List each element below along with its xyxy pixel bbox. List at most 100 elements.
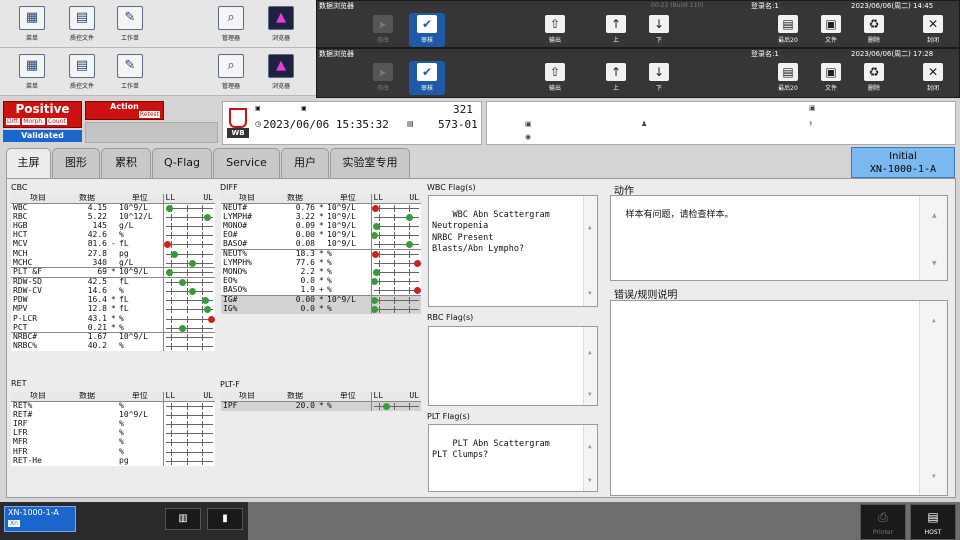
table-row[interactable]: IG% 0.0 *% (221, 304, 421, 315)
table-row[interactable]: RET-He pg (11, 456, 215, 466)
table-row[interactable]: HCT 42.6% (11, 230, 215, 241)
tab-service[interactable]: Service (213, 148, 280, 178)
table-row[interactable]: EO% 0.0 *% (221, 277, 421, 287)
menu-button[interactable]: ▦ 菜单 (14, 0, 50, 48)
table-row[interactable]: MONO% 2.2 *% (221, 267, 421, 278)
qc-file-button[interactable]: ▤ 质控文件 (62, 0, 102, 48)
menu-button-2[interactable]: ▦ 菜单 (14, 48, 50, 96)
manager-button-2[interactable]: ⌕ 管理器 (213, 48, 249, 96)
table-row[interactable]: RET# 10^9/L (11, 410, 215, 420)
cell-flag: * (317, 304, 325, 315)
table-row[interactable]: NRBC% 40.2% (11, 342, 215, 352)
qc-file-button-2[interactable]: ▤ 质控文件 (62, 48, 102, 96)
build-label: 00-22 (Build 110) (651, 2, 704, 9)
cell-value: 2.2 (300, 267, 315, 277)
plt-flag-scrollbar[interactable]: ▲ ▼ (583, 425, 597, 491)
up-button[interactable]: ↑ 上 (598, 61, 634, 95)
table-row[interactable]: WBC 4.15 10^9/L (11, 203, 215, 213)
table-row[interactable]: RDW-SD 42.5 fL (11, 277, 215, 287)
browser-button[interactable]: ▲ 浏览器 (263, 0, 299, 48)
last20-button[interactable]: ▤ 最后20 (770, 61, 806, 95)
host-button[interactable]: ▤ HOST (910, 504, 956, 540)
table-row[interactable]: HGB 145 g/L (11, 221, 215, 231)
table-row[interactable]: MPV 12.8 * fL (11, 305, 215, 315)
in-range-marker (204, 213, 212, 221)
cell-flag: * (319, 212, 324, 221)
plt-flag-list[interactable]: PLT Abn Scattergram PLT Clumps? ▲ ▼ (428, 424, 598, 492)
table-row[interactable]: EO# 0.00 * 10^9/L (221, 230, 421, 241)
rbc-flag-list[interactable]: ▲ ▼ (428, 326, 598, 406)
delete-button[interactable]: ♻ 删除 (856, 13, 892, 47)
up-button[interactable]: ↑ 上 (598, 13, 634, 47)
table-row[interactable]: LYMPH% 77.6 *% (221, 258, 421, 268)
range-indicator (164, 240, 215, 249)
tab-user[interactable]: 用户 (281, 148, 329, 178)
modify-button[interactable]: ▸ 修改 (365, 61, 401, 95)
error-scrollbar[interactable]: ▲ ▼ (919, 301, 947, 495)
table-row[interactable]: IPF 20.0 *% (221, 401, 421, 411)
table-row[interactable]: IRF% (11, 419, 215, 429)
delete-button[interactable]: ♻ 删除 (856, 61, 892, 95)
table-row[interactable]: NEUT# 0.76 * 10^9/L (221, 203, 421, 213)
tab-cumulative[interactable]: 累积 (101, 148, 151, 178)
manager-button[interactable]: ⌕ 管理器 (213, 0, 249, 48)
table-row[interactable]: MFR% (11, 438, 215, 448)
table-row[interactable]: P-LCR 43.1 *% (11, 314, 215, 324)
tab-lab[interactable]: 实验室专用 (330, 148, 410, 178)
worklist-button-2[interactable]: ✎ 工作单 (112, 48, 148, 96)
table-row[interactable]: PDW 16.4 * fL (11, 296, 215, 306)
wbc-flag-scrollbar[interactable]: ▲ ▼ (583, 196, 597, 306)
tab-main[interactable]: 主屏 (6, 148, 51, 180)
table-row[interactable]: HFR% (11, 447, 215, 457)
file-button[interactable]: ▣ 文件 (813, 13, 849, 47)
close-button[interactable]: ✕ 封闭 (915, 13, 951, 47)
table-row[interactable]: RDW-CV 14.6% (11, 286, 215, 297)
modify-button[interactable]: ▸ 修改 (365, 13, 401, 47)
table-row[interactable]: BASO% 1.9 +% (221, 286, 421, 296)
table-row[interactable]: NEUT% 18.3 *% (221, 248, 421, 259)
table-row[interactable]: MCHC 340 g/L (11, 258, 215, 268)
table-row[interactable]: MCH 27.8 pg (11, 249, 215, 259)
table-row[interactable]: LYMPH# 3.22 * 10^9/L (221, 212, 421, 222)
rack-icon: ▣ (255, 105, 261, 112)
rack-button[interactable]: ▥ (165, 508, 201, 530)
error-box[interactable]: ▲ ▼ (610, 300, 948, 496)
file-button[interactable]: ▣ 文件 (813, 61, 849, 95)
validate-button[interactable]: ✔ 审核 (409, 61, 445, 95)
sampler-button[interactable]: ▮ (207, 508, 243, 530)
last20-button[interactable]: ▤ 最后20 (770, 13, 806, 47)
table-row[interactable]: IG# 0.00 * 10^9/L (221, 295, 421, 305)
range-indicator (372, 277, 421, 286)
output-button[interactable]: ⇧ 输出 (537, 13, 573, 47)
cell-name: IG% (221, 304, 273, 315)
cell-unit: % (325, 401, 371, 411)
down-button[interactable]: ↓ 下 (641, 61, 677, 95)
cell-value: 0.09 (295, 221, 315, 230)
tab-graph[interactable]: 图形 (52, 148, 100, 178)
wbc-flag-list[interactable]: WBC Abn Scattergram Neutropenia NRBC Pre… (428, 195, 598, 307)
worklist-button[interactable]: ✎ 工作单 (112, 0, 148, 48)
table-row[interactable]: PCT 0.21 *% (11, 323, 215, 333)
instrument-status[interactable]: XN-1000-1-A Xn (4, 506, 76, 532)
table-row[interactable]: LFR% (11, 428, 215, 439)
in-range-marker (372, 306, 378, 314)
tab-qflag[interactable]: Q-Flag (152, 148, 212, 178)
browser-button-2[interactable]: ▲ 浏览器 (263, 48, 299, 96)
printer-button[interactable]: ⎙ Printer (860, 504, 906, 540)
cell-unit: 10^9/L (117, 332, 163, 343)
table-row[interactable]: NRBC# 1.67 10^9/L (11, 332, 215, 343)
output-button[interactable]: ⇧ 输出 (537, 61, 573, 95)
table-row[interactable]: RET%% (11, 401, 215, 411)
table-row[interactable]: MCV 81.6- fL (11, 240, 215, 250)
rbc-flag-scrollbar[interactable]: ▲ ▼ (583, 327, 597, 405)
table-row[interactable]: RBC 5.22 10^12/L (11, 212, 215, 222)
action-box[interactable]: 样本有问题，请检查样本。 ▲ ▼ (610, 195, 948, 281)
action-scrollbar[interactable]: ▲ ▼ (919, 196, 947, 280)
cell-unit: fL (117, 277, 163, 287)
down-button[interactable]: ↓ 下 (641, 13, 677, 47)
close-button[interactable]: ✕ 封闭 (915, 61, 951, 95)
table-row[interactable]: BASO# 0.08 10^9/L (221, 240, 421, 250)
validate-button[interactable]: ✔ 审核 (409, 13, 445, 47)
table-row[interactable]: MONO# 0.09 * 10^9/L (221, 221, 421, 231)
table-row[interactable]: PLT &F 69 * 10^9/L (11, 267, 215, 278)
